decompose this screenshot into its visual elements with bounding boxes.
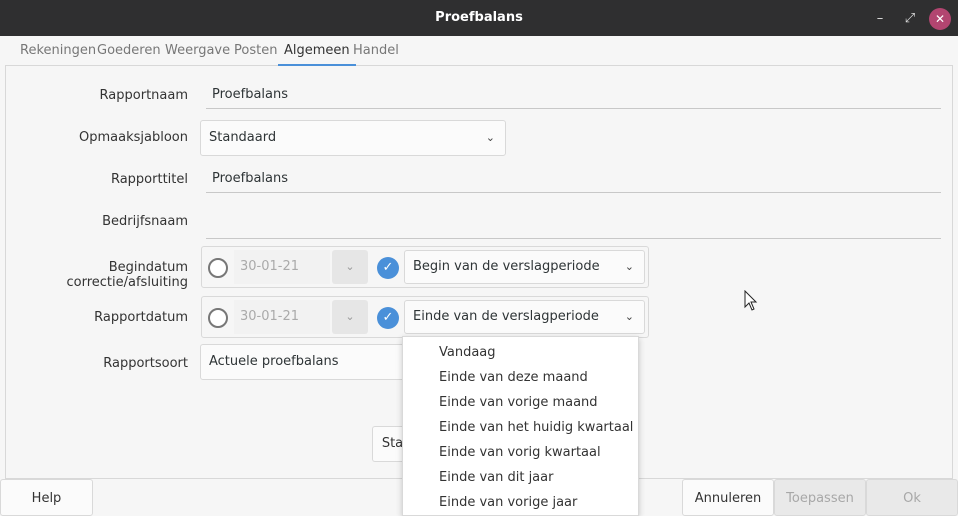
- title-bar: Proefbalans – ⤢ ✕: [0, 0, 958, 36]
- rapportsoort-value: Actuele proefbalans: [209, 354, 339, 369]
- chevron-down-icon[interactable]: ⌄: [332, 250, 368, 284]
- bedrijfsnaam-input[interactable]: [206, 211, 941, 239]
- rapportdatum-label: Rapportdatum: [94, 310, 188, 325]
- minimize-icon[interactable]: –: [869, 8, 891, 30]
- check-icon[interactable]: ✓: [377, 307, 399, 329]
- menu-item-vandaag[interactable]: Vandaag: [439, 345, 496, 360]
- menu-item-einde-deze-maand[interactable]: Einde van deze maand: [439, 370, 588, 385]
- window-title: Proefbalans: [435, 10, 523, 25]
- menu-item-einde-dit-jaar[interactable]: Einde van dit jaar: [439, 470, 553, 485]
- rapportdatum-group: 30-01-21 ⌄ ✓ Einde van de verslagperiode…: [201, 296, 649, 338]
- close-icon[interactable]: ✕: [929, 8, 951, 30]
- tab-algemeen[interactable]: Algemeen: [278, 36, 356, 66]
- mouse-cursor-icon: [744, 290, 758, 311]
- absolute-date-radio-icon[interactable]: [208, 308, 228, 328]
- chevron-down-icon: ⌄: [624, 260, 634, 273]
- tab-goederen[interactable]: Goederen: [91, 36, 167, 66]
- rapporttitel-label: Rapporttitel: [110, 172, 188, 187]
- begindatum-label: Begindatum correctie/afsluiting: [66, 260, 189, 290]
- begindatum-relative-value: Begin van de verslagperiode: [413, 259, 600, 274]
- menu-item-einde-vorig-kwartaal[interactable]: Einde van vorig kwartaal: [439, 445, 601, 460]
- tab-rekeningen[interactable]: Rekeningen: [14, 36, 102, 66]
- menu-item-einde-vorige-jaar[interactable]: Einde van vorige jaar: [439, 495, 577, 510]
- rapporttitel-input[interactable]: Proefbalans: [206, 165, 941, 193]
- begindatum-relative-combo[interactable]: Begin van de verslagperiode ⌄: [404, 250, 645, 284]
- begindatum-date-input[interactable]: 30-01-21: [234, 250, 330, 284]
- help-button[interactable]: Help: [0, 479, 93, 516]
- rapportdatum-relative-value: Einde van de verslagperiode: [413, 309, 599, 324]
- rapportdatum-date-input[interactable]: 30-01-21: [234, 300, 330, 334]
- menu-item-einde-vorige-maand[interactable]: Einde van vorige maand: [439, 395, 598, 410]
- rapportnaam-input[interactable]: Proefbalans: [206, 81, 941, 109]
- chevron-up-icon: ⌄: [624, 310, 634, 323]
- opmaak-label: Opmaaksjabloon: [79, 130, 188, 145]
- chevron-down-icon[interactable]: ⌄: [332, 300, 368, 334]
- maximize-icon[interactable]: ⤢: [899, 8, 921, 30]
- tab-handel[interactable]: Handel: [347, 36, 405, 66]
- check-icon[interactable]: ✓: [377, 257, 399, 279]
- absolute-date-radio-icon[interactable]: [208, 258, 228, 278]
- rapportdatum-relative-combo[interactable]: Einde van de verslagperiode ⌄: [404, 300, 645, 334]
- tab-weergave[interactable]: Weergave: [159, 36, 236, 66]
- ok-button[interactable]: Ok: [866, 479, 958, 516]
- tab-posten[interactable]: Posten: [228, 36, 283, 66]
- cancel-button[interactable]: Annuleren: [682, 479, 774, 516]
- chevron-down-icon: ⌄: [485, 131, 495, 144]
- opmaak-combo[interactable]: Standaard ⌄: [200, 120, 506, 156]
- tab-bar: Rekeningen Goederen Weergave Posten Alge…: [5, 36, 953, 66]
- begindatum-group: 30-01-21 ⌄ ✓ Begin van de verslagperiode…: [201, 246, 649, 288]
- apply-button[interactable]: Toepassen: [774, 479, 866, 516]
- rapportsoort-combo[interactable]: Actuele proefbalans: [200, 344, 410, 380]
- bedrijfsnaam-label: Bedrijfsnaam: [102, 214, 188, 229]
- rapportsoort-label: Rapportsoort: [103, 356, 188, 371]
- relative-date-menu: Vandaag Einde van deze maand Einde van v…: [402, 336, 639, 516]
- opmaak-value: Standaard: [209, 130, 277, 145]
- rapportnaam-label: Rapportnaam: [99, 88, 188, 103]
- menu-item-einde-huidig-kwartaal[interactable]: Einde van het huidig kwartaal: [439, 420, 633, 435]
